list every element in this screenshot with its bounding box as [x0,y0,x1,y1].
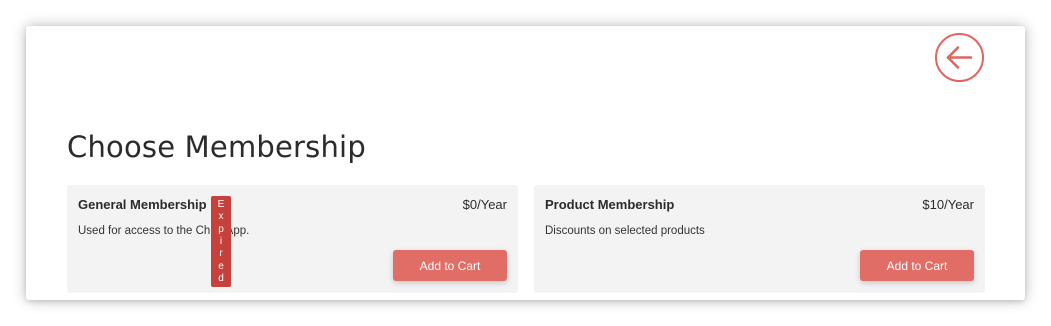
membership-price: $10/Year [922,197,974,212]
badge-letter: r [219,248,223,260]
membership-name: Product Membership [545,197,675,212]
badge-letter: E [217,198,225,210]
badge-letter: p [218,223,224,235]
page-title: Choose Membership [67,130,366,164]
membership-panel: Choose Membership General Membership $0/… [26,26,1025,300]
expired-badge: Expired [211,196,231,287]
add-to-cart-button[interactable]: Add to Cart [860,250,974,281]
add-to-cart-button[interactable]: Add to Cart [393,250,507,281]
page-background: Choose Membership General Membership $0/… [0,0,1051,326]
arrow-left-icon [946,46,973,69]
back-button[interactable] [935,33,984,82]
membership-name: General Membership [78,197,207,212]
badge-letter: e [218,260,224,272]
membership-price: $0/Year [462,197,507,212]
membership-card-product: Product Membership $10/Year Discounts on… [534,185,985,293]
badge-letter: x [218,211,224,223]
badge-letter: i [219,235,223,247]
membership-description: Discounts on selected products [545,225,705,237]
membership-card-general: General Membership $0/Year Used for acce… [67,185,518,293]
badge-letter: d [218,273,224,285]
